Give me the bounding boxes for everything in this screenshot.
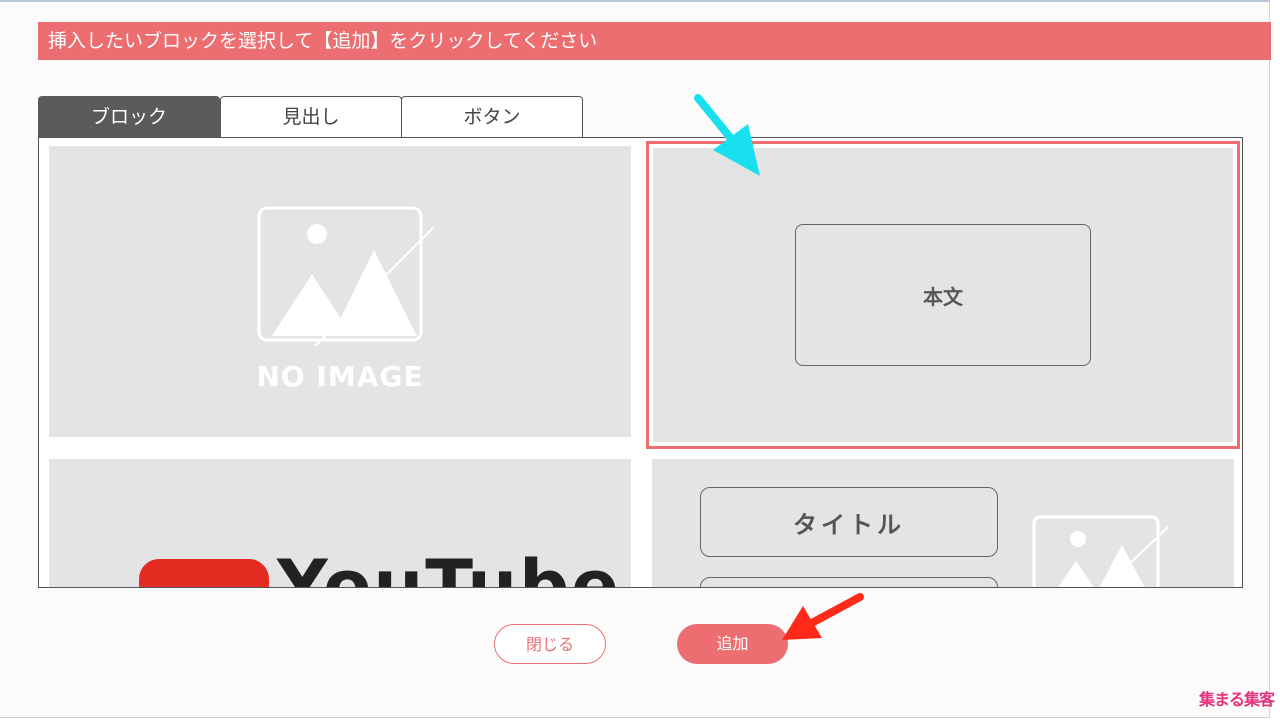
logo-text: 集まる集客 bbox=[1198, 690, 1275, 709]
red-arrow-icon bbox=[782, 593, 864, 640]
brand-logo: 集まる集客 bbox=[1198, 686, 1275, 710]
annotation-overlay bbox=[694, 94, 864, 640]
cyan-arrow-icon bbox=[694, 94, 760, 176]
